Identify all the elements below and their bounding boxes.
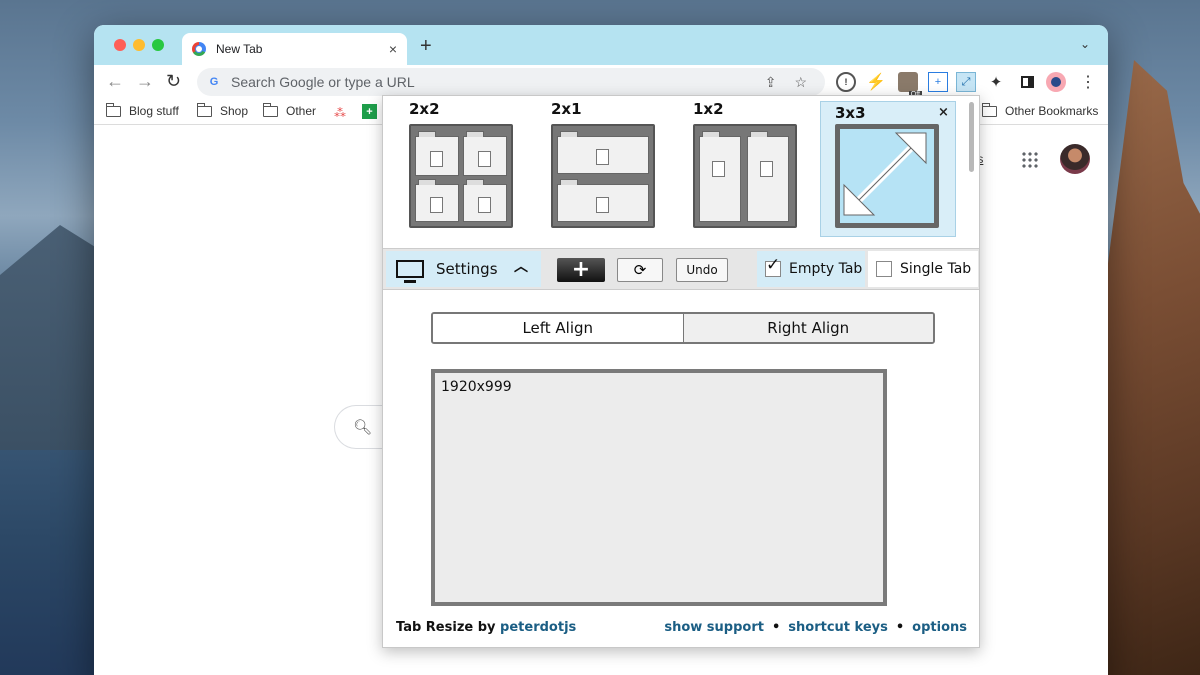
layout-2x1[interactable]: 2x1	[551, 100, 661, 232]
resolution-preview: 1920x999	[431, 369, 887, 606]
separator: •	[895, 620, 905, 635]
layout-2x1-icon	[551, 124, 655, 228]
settings-toggle[interactable]: Settings ︿	[386, 251, 541, 287]
layout-1x2[interactable]: 1x2	[693, 100, 803, 232]
desktop-cliff-left	[0, 225, 100, 450]
omnibox[interactable]: G Search Google or type a URL ⇪ ☆	[197, 68, 825, 96]
reload-icon[interactable]: ↻	[166, 71, 181, 92]
layout-2x2[interactable]: 2x2	[409, 100, 519, 232]
layout-maximize-icon	[835, 124, 939, 228]
credit: Tab Resize by peterdotjs	[396, 620, 576, 635]
settings-label: Settings	[436, 260, 498, 278]
share-icon[interactable]: ⇪	[765, 74, 777, 91]
tab-bar: New Tab × + ⌄	[94, 25, 1108, 65]
account-avatar[interactable]	[1060, 144, 1090, 174]
maximize-window-button[interactable]	[152, 39, 164, 51]
left-align-button[interactable]: Left Align	[433, 314, 684, 342]
single-tab-label: Single Tab	[900, 261, 972, 277]
layout-3x3[interactable]: 3x3	[820, 101, 956, 237]
minimize-window-button[interactable]	[133, 39, 145, 51]
control-bar: Settings ︿ + ⟳ Undo Empty Tab Single Tab	[383, 248, 979, 290]
folder-icon	[197, 102, 212, 117]
tab-search-chevron-icon[interactable]: ⌄	[1080, 37, 1090, 51]
chevron-up-icon[interactable]: ︿	[514, 256, 528, 276]
extension-off-icon[interactable]: Off	[898, 72, 922, 98]
single-tab-option[interactable]: Single Tab	[868, 251, 978, 287]
right-align-button[interactable]: Right Align	[683, 314, 933, 342]
footer-links: show support • shortcut keys • options	[664, 620, 967, 635]
single-tab-checkbox[interactable]	[876, 261, 892, 277]
layout-2x2-icon	[409, 124, 513, 228]
search-icon: 🔍︎	[353, 419, 373, 436]
chrome-icon	[192, 42, 206, 56]
tab-title: New Tab	[216, 42, 263, 56]
bookmark-folder[interactable]: Other	[263, 102, 316, 118]
google-apps-icon[interactable]	[1021, 151, 1039, 169]
bookmark-folder[interactable]: Blog stuff	[106, 102, 179, 118]
layout-label: 2x2	[409, 100, 440, 118]
options-link[interactable]: options	[912, 620, 967, 635]
extension-plus-icon[interactable]: +	[928, 72, 948, 92]
add-layout-button[interactable]: +	[557, 258, 605, 282]
tab-resize-popup: 2x2 2x1 1x2 3x3 × Settings ︿ + ⟳ Undo ✓ …	[382, 95, 980, 648]
monitor-icon	[396, 260, 424, 283]
side-panel-icon[interactable]	[1017, 72, 1037, 92]
close-icon[interactable]: ×	[938, 105, 949, 120]
empty-tab-option[interactable]: Empty Tab	[757, 251, 865, 287]
refresh-button[interactable]: ⟳	[617, 258, 663, 282]
extensions-puzzle-icon[interactable]: ✦	[986, 72, 1006, 92]
folder-icon	[106, 102, 121, 117]
new-tab-button[interactable]: +	[420, 35, 432, 58]
show-support-link[interactable]: show support	[664, 620, 764, 635]
menu-kebab-icon[interactable]: ⋮	[1078, 72, 1098, 92]
extension-1-icon[interactable]: !	[836, 72, 856, 92]
tab-new-tab[interactable]: New Tab ×	[182, 33, 407, 65]
close-window-button[interactable]	[114, 39, 126, 51]
shortcut-keys-link[interactable]: shortcut keys	[788, 620, 888, 635]
layout-label: 2x1	[551, 100, 582, 118]
sheets-bookmark-icon[interactable]: +	[362, 104, 377, 119]
extension-bolt-icon[interactable]: ⚡	[866, 72, 886, 92]
undo-button[interactable]: Undo	[676, 258, 728, 282]
folder-icon	[263, 102, 278, 117]
empty-tab-label: Empty Tab	[789, 261, 863, 277]
separator: •	[771, 620, 781, 635]
tab-close-icon[interactable]: ×	[389, 41, 397, 57]
layout-label: 3x3	[835, 104, 866, 122]
other-bookmarks-folder[interactable]: Other Bookmarks	[982, 102, 1098, 118]
profile-avatar-icon[interactable]	[1046, 72, 1066, 92]
resolution-text: 1920x999	[441, 379, 512, 395]
popup-scrollbar[interactable]	[969, 102, 974, 172]
layout-label: 1x2	[693, 100, 724, 118]
asana-bookmark-icon[interactable]: ⁂	[334, 106, 346, 120]
folder-icon	[982, 102, 997, 117]
back-arrow-icon[interactable]: ←	[106, 71, 124, 92]
google-icon: G	[209, 76, 219, 88]
layout-1x2-icon	[693, 124, 797, 228]
author-link[interactable]: peterdotjs	[500, 620, 576, 635]
bookmark-folder[interactable]: Shop	[197, 102, 248, 118]
align-toggle: Left Align Right Align	[431, 312, 935, 344]
popup-footer: Tab Resize by peterdotjs show support • …	[383, 620, 979, 640]
forward-arrow-icon[interactable]: →	[136, 71, 154, 92]
actions-group: + ⟳ Undo	[545, 251, 753, 287]
tab-resize-extension-icon[interactable]: ⤢	[956, 72, 976, 92]
omnibox-input[interactable]: Search Google or type a URL	[231, 74, 765, 90]
bookmark-star-icon[interactable]: ☆	[794, 74, 807, 91]
credit-prefix: Tab Resize by	[396, 620, 496, 635]
toolbar: ← → ↻ G Search Google or type a URL ⇪ ☆ …	[94, 65, 1108, 99]
empty-tab-checkbox[interactable]	[765, 259, 781, 277]
